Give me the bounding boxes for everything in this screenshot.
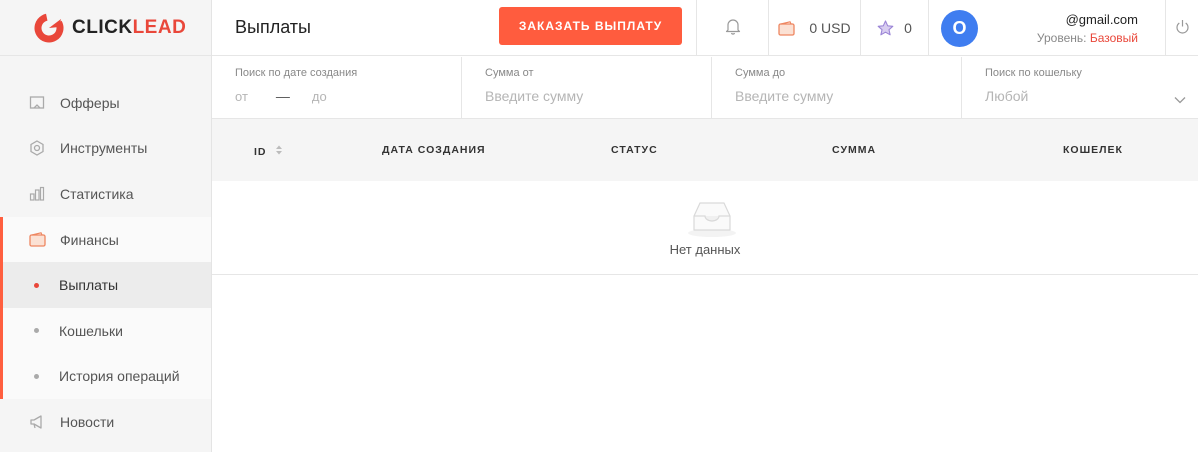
- column-header-date: ДАТА СОЗДАНИЯ: [382, 144, 486, 156]
- wallet-icon: [28, 231, 46, 249]
- sidebar-item-label: Финансы: [60, 231, 119, 248]
- top-header: Выплаты ЗАКАЗАТЬ ВЫПЛАТУ 0 USD 0 O @gmai…: [212, 0, 1198, 56]
- empty-inbox-icon: [686, 198, 738, 243]
- logo-text-prefix: CLICK: [72, 16, 133, 38]
- sidebar-item-label: Инструменты: [60, 140, 148, 157]
- clicklead-logo-icon: [34, 12, 64, 43]
- wallet-icon: [778, 20, 796, 36]
- logout-button[interactable]: [1165, 0, 1198, 56]
- user-email: @gmail.com: [1065, 11, 1138, 27]
- power-icon: [1175, 19, 1190, 38]
- user-level: Уровень: Базовый: [1037, 31, 1138, 45]
- filters-bar: Поиск по дате создания от — до Сумма от …: [212, 57, 1198, 119]
- page-title: Выплаты: [235, 17, 311, 37]
- sum-from-label: Сумма от: [485, 67, 534, 79]
- sidebar-item-offers[interactable]: Офферы: [0, 80, 211, 126]
- offers-icon: [28, 94, 46, 112]
- sidebar-item-label: Выплаты: [59, 277, 119, 294]
- date-range: от — до: [235, 88, 461, 104]
- sidebar-item-label: Статистика: [60, 185, 134, 202]
- sum-to-input[interactable]: Введите сумму: [735, 88, 961, 104]
- date-filter-label: Поиск по дате создания: [235, 67, 358, 79]
- statistics-icon: [28, 185, 46, 203]
- sidebar-item-label: Новости: [60, 413, 115, 430]
- logo[interactable]: CLICKLEAD: [0, 0, 211, 56]
- user-level-value[interactable]: Базовый: [1090, 31, 1138, 45]
- date-from-input[interactable]: от: [235, 89, 248, 104]
- avatar[interactable]: O: [941, 9, 978, 47]
- sidebar-item-finance[interactable]: Финансы: [0, 216, 211, 263]
- sidebar-item-operations-history[interactable]: История операций: [0, 353, 211, 400]
- sidebar: CLICKLEAD Офферы Инструменты Статистика …: [0, 0, 212, 452]
- tools-icon: [28, 139, 46, 157]
- sidebar-item-wallets[interactable]: Кошельки: [0, 307, 211, 354]
- sidebar-nav: Офферы Инструменты Статистика Финансы Вы…: [0, 80, 211, 445]
- table-header: ID ДАТА СОЗДАНИЯ СТАТУС СУММА КОШЕЛЕК: [212, 119, 1198, 181]
- empty-state-text: Нет данных: [669, 242, 741, 257]
- user-profile[interactable]: O @gmail.com Уровень: Базовый: [928, 0, 1165, 56]
- bullet-dot-icon: [34, 282, 39, 288]
- notifications-button[interactable]: [696, 0, 768, 56]
- sum-from-input[interactable]: Введите сумму: [485, 88, 711, 104]
- user-info: @gmail.com Уровень: Базовый: [992, 12, 1138, 45]
- date-filter: Поиск по дате создания от — до: [212, 57, 461, 119]
- sidebar-item-label: Офферы: [60, 94, 120, 111]
- sidebar-item-label: Кошельки: [59, 322, 123, 339]
- sum-from-filter: Сумма от Введите сумму: [461, 57, 711, 119]
- sum-to-label: Сумма до: [735, 67, 786, 79]
- column-header-status: СТАТУС: [611, 144, 658, 156]
- balance-value: 0 USD: [809, 20, 851, 36]
- megaphone-icon: [28, 413, 46, 431]
- chevron-down-icon[interactable]: [1174, 91, 1186, 109]
- order-payout-button[interactable]: ЗАКАЗАТЬ ВЫПЛАТУ: [499, 7, 682, 45]
- table-empty-state: Нет данных: [212, 182, 1198, 275]
- sum-to-filter: Сумма до Введите сумму: [711, 57, 961, 119]
- column-header-label: ID: [254, 145, 267, 158]
- column-header-id[interactable]: ID: [254, 144, 283, 159]
- sort-icon[interactable]: [275, 144, 283, 159]
- user-level-label: Уровень:: [1036, 30, 1087, 45]
- sidebar-item-news[interactable]: Новости: [0, 399, 211, 445]
- stars-widget[interactable]: 0: [860, 0, 928, 56]
- bullet-dot-icon: [34, 373, 39, 379]
- sidebar-item-payouts[interactable]: Выплаты: [0, 262, 211, 308]
- wallet-filter[interactable]: Поиск по кошельку Любой: [961, 57, 1198, 119]
- logo-text: CLICKLEAD: [72, 17, 186, 39]
- bullet-dot-icon: [34, 328, 39, 334]
- wallet-select-value[interactable]: Любой: [985, 88, 1198, 104]
- balance-widget[interactable]: 0 USD: [768, 0, 860, 56]
- wallet-filter-label: Поиск по кошельку: [985, 67, 1082, 79]
- column-header-wallet: КОШЕЛЕК: [1063, 144, 1123, 156]
- sidebar-item-tools[interactable]: Инструменты: [0, 126, 211, 172]
- date-range-separator: —: [275, 88, 290, 104]
- column-header-sum: СУММА: [832, 144, 877, 156]
- date-to-input[interactable]: до: [312, 89, 327, 104]
- sidebar-item-label: История операций: [59, 368, 180, 385]
- sidebar-item-statistics[interactable]: Статистика: [0, 171, 211, 217]
- star-icon: [877, 20, 894, 36]
- bell-icon: [725, 18, 741, 38]
- stars-value: 0: [904, 20, 912, 36]
- logo-text-suffix: LEAD: [132, 16, 187, 38]
